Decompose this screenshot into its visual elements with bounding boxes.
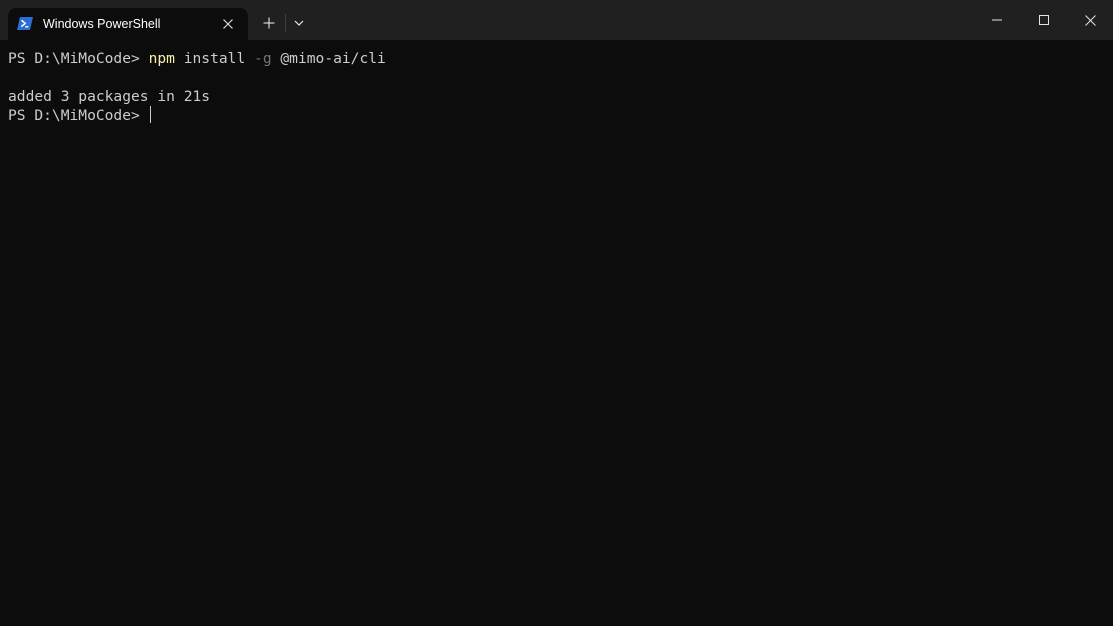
title-bar: Windows PowerShell: [0, 0, 1113, 40]
minimize-button[interactable]: [974, 0, 1020, 40]
text-cursor: [149, 106, 151, 123]
terminal-output[interactable]: PS D:\MiMoCode> npm install -g @mimo-ai/…: [0, 40, 1113, 626]
tab-title: Windows PowerShell: [43, 17, 161, 31]
terminal-line-prompt: PS D:\MiMoCode>: [8, 106, 151, 125]
maximize-icon: [1039, 15, 1049, 25]
command-argument: @mimo-ai/cli: [271, 50, 386, 67]
tab-dropdown-button[interactable]: [288, 10, 310, 36]
terminal-line-output: added 3 packages in 21s: [8, 88, 211, 105]
prompt: PS D:\MiMoCode>: [8, 107, 149, 124]
new-tab-button[interactable]: [256, 10, 282, 36]
command-parameter: -g: [254, 50, 272, 67]
command-argument: install: [174, 50, 255, 67]
tab-close-button[interactable]: [218, 14, 238, 34]
maximize-button[interactable]: [1021, 0, 1067, 40]
tab-windows-powershell[interactable]: Windows PowerShell: [8, 8, 248, 40]
powershell-icon: [17, 17, 33, 30]
tab-separator: [285, 14, 286, 32]
minimize-icon: [992, 19, 1002, 21]
prompt: PS D:\MiMoCode>: [8, 50, 149, 67]
terminal-line-command: PS D:\MiMoCode> npm install -g @mimo-ai/…: [8, 49, 386, 68]
close-icon: [223, 19, 233, 29]
plus-icon: [263, 17, 275, 29]
command-name: npm: [148, 50, 175, 67]
close-window-button[interactable]: [1067, 0, 1113, 40]
close-icon: [1084, 14, 1096, 26]
chevron-down-icon: [294, 20, 304, 26]
